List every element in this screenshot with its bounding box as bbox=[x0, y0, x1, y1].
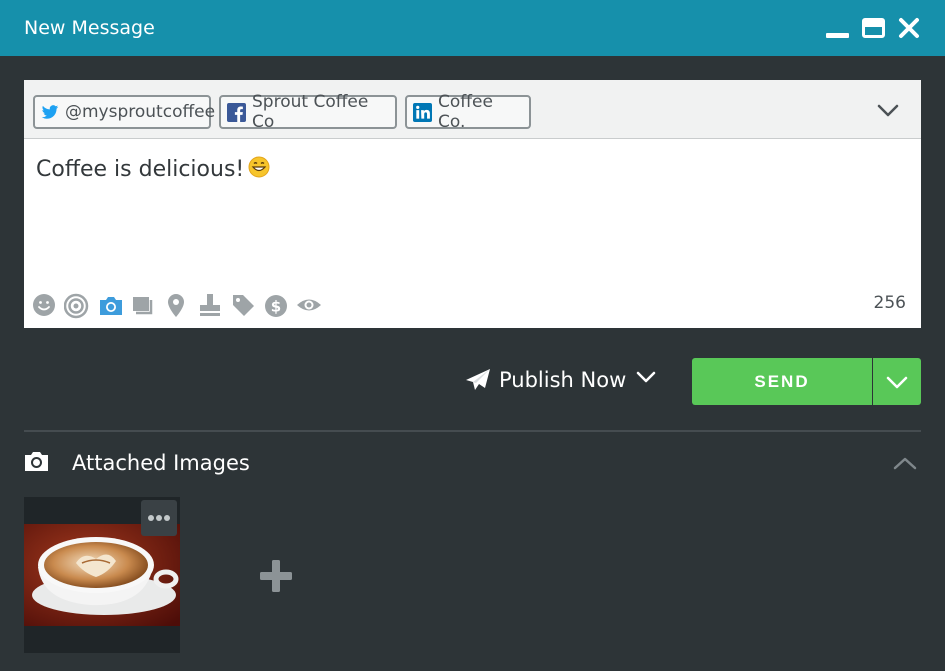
title-bar: New Message bbox=[0, 0, 945, 56]
camera-icon[interactable] bbox=[98, 291, 124, 319]
tag-icon[interactable] bbox=[230, 291, 256, 319]
chevron-down-icon bbox=[886, 376, 908, 388]
profile-chip-twitter[interactable]: @mysproutcoffee bbox=[33, 95, 215, 129]
character-counter: 256 bbox=[873, 293, 906, 313]
minimize-icon[interactable] bbox=[826, 33, 849, 38]
paper-plane-icon bbox=[466, 369, 490, 390]
window-title: New Message bbox=[24, 17, 155, 39]
chevron-down-icon bbox=[637, 371, 656, 383]
message-text[interactable]: Coffee is delicious! bbox=[36, 156, 270, 182]
emoji-icon[interactable] bbox=[32, 291, 58, 319]
profile-chip-linkedin[interactable]: Coffee Co. bbox=[405, 92, 531, 132]
image-options-button[interactable] bbox=[141, 500, 177, 536]
svg-text:$: $ bbox=[271, 298, 281, 316]
profile-chip-facebook[interactable]: Sprout Coffee Co bbox=[219, 92, 397, 132]
close-icon[interactable] bbox=[898, 17, 920, 39]
message-body: Coffee is delicious! bbox=[36, 157, 245, 182]
send-button[interactable]: SEND bbox=[692, 358, 872, 405]
location-icon[interactable] bbox=[164, 291, 190, 319]
chevron-up-icon[interactable] bbox=[893, 456, 917, 470]
section-divider bbox=[24, 430, 921, 432]
maximize-icon[interactable] bbox=[862, 18, 885, 38]
send-options-button[interactable] bbox=[873, 358, 921, 405]
grinning-face-icon bbox=[248, 156, 270, 178]
twitter-icon bbox=[41, 103, 59, 122]
message-composer: @mysproutcoffee Sprout Coffee Co Coffee … bbox=[24, 80, 921, 328]
profile-chip-label: Coffee Co. bbox=[438, 92, 493, 132]
profile-chip-label: Sprout Coffee Co bbox=[252, 92, 369, 132]
stamp-icon[interactable] bbox=[197, 291, 223, 319]
profile-selector-bar: @mysproutcoffee Sprout Coffee Co Coffee … bbox=[24, 80, 921, 139]
linkedin-icon bbox=[413, 102, 432, 122]
attached-images-title: Attached Images bbox=[72, 451, 250, 475]
chevron-down-icon[interactable] bbox=[876, 102, 900, 118]
more-options-icon bbox=[148, 515, 170, 521]
camera-icon bbox=[25, 452, 48, 471]
target-icon[interactable] bbox=[64, 291, 90, 319]
eye-icon[interactable] bbox=[296, 291, 322, 319]
add-image-icon[interactable] bbox=[259, 559, 293, 593]
gallery-icon[interactable] bbox=[131, 291, 157, 319]
publish-mode-label: Publish Now bbox=[499, 368, 627, 392]
dollar-icon[interactable]: $ bbox=[263, 291, 289, 319]
publish-mode-dropdown[interactable]: Publish Now bbox=[465, 366, 656, 394]
facebook-icon bbox=[227, 102, 246, 122]
profile-chip-label: @mysproutcoffee bbox=[65, 102, 216, 122]
